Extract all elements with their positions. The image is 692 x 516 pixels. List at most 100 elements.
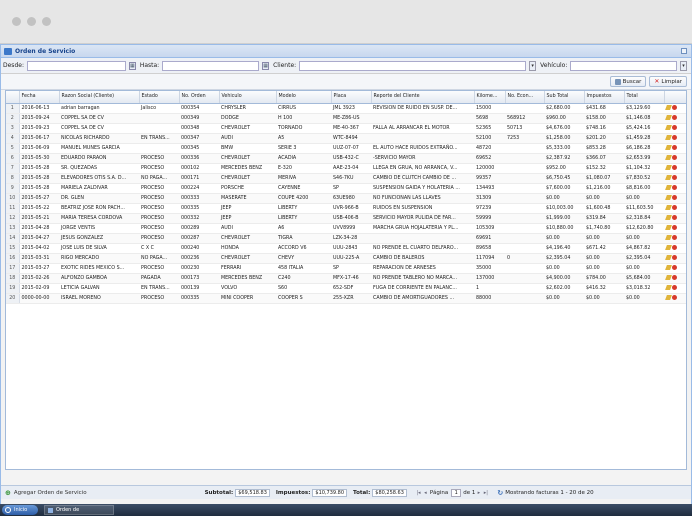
start-button[interactable]: Inicio xyxy=(2,505,38,515)
taskbar-item[interactable]: Orden de xyxy=(44,505,114,515)
delete-icon[interactable] xyxy=(672,175,677,180)
column-header[interactable]: Modelo xyxy=(276,91,332,104)
table-cell: WTC-8494 xyxy=(331,133,371,144)
edit-icon[interactable] xyxy=(665,175,672,180)
edit-icon[interactable] xyxy=(665,145,672,150)
add-order-link[interactable]: Agregar Orden de Servicio xyxy=(14,490,87,496)
clear-button[interactable]: ✕ Limpiar xyxy=(649,76,687,87)
edit-icon[interactable] xyxy=(665,285,672,290)
collapse-icon[interactable] xyxy=(681,48,687,54)
table-row[interactable]: 5 2015-06-09 MANUEL MUNES GARCIA 000345 BMW S… xyxy=(6,143,686,154)
table-row[interactable]: 15 2015-04-02 JOSE LUIS DE SILVA C X C 00024… xyxy=(6,243,686,254)
delete-icon[interactable] xyxy=(672,165,677,170)
edit-icon[interactable] xyxy=(665,255,672,260)
edit-icon[interactable] xyxy=(665,295,672,300)
edit-icon[interactable] xyxy=(665,235,672,240)
chevron-down-icon[interactable]: ▾ xyxy=(529,60,537,71)
window-close-dot[interactable] xyxy=(12,17,21,26)
table-row[interactable]: 16 2015-03-31 RIGO MERCADO NO PAGA... 000236… xyxy=(6,253,686,264)
table-row[interactable]: 19 2015-02-09 LETICIA GALVAN EN TRANS... 000… xyxy=(6,283,686,294)
search-button[interactable]: Buscar xyxy=(609,76,647,87)
table-row[interactable]: 12 2015-05-21 MARIA TERESA CORDOVA PROCESO 0… xyxy=(6,213,686,224)
chevron-down-icon[interactable]: ▾ xyxy=(680,60,687,71)
page-input[interactable]: 1 xyxy=(451,488,462,497)
last-page-icon[interactable]: ▸| xyxy=(482,489,489,497)
desde-input[interactable] xyxy=(26,60,126,71)
cliente-input[interactable] xyxy=(299,60,527,71)
prev-page-icon[interactable]: ◂ xyxy=(422,489,429,497)
edit-icon[interactable] xyxy=(665,155,672,160)
table-row[interactable]: 4 2015-06-17 NICOLAS RICHARDO EN TRANS... 00… xyxy=(6,133,686,144)
delete-icon[interactable] xyxy=(672,285,677,290)
window-maximize-dot[interactable] xyxy=(42,17,51,26)
table-row[interactable]: 8 2015-05-28 ELEVADORES OTIS S.A. D... NO P… xyxy=(6,173,686,184)
delete-icon[interactable] xyxy=(672,215,677,220)
table-row[interactable]: 1 2016-06-13 adrian barragan Jalisco 000354 C… xyxy=(6,103,686,114)
edit-icon[interactable] xyxy=(665,185,672,190)
calendar-icon[interactable]: ▦ xyxy=(128,61,136,70)
table-cell: $0.00 xyxy=(624,293,664,304)
edit-icon[interactable] xyxy=(665,195,672,200)
delete-icon[interactable] xyxy=(672,125,677,130)
column-header[interactable]: Kilome... xyxy=(474,91,506,104)
delete-icon[interactable] xyxy=(672,185,677,190)
delete-icon[interactable] xyxy=(672,105,677,110)
window-minimize-dot[interactable] xyxy=(27,17,36,26)
next-page-icon[interactable]: ▸ xyxy=(475,489,482,497)
delete-icon[interactable] xyxy=(672,235,677,240)
table-row[interactable]: 3 2015-09-23 COPPEL SA DE CV 000348 CHEVROLE… xyxy=(6,123,686,134)
edit-icon[interactable] xyxy=(665,125,672,130)
delete-icon[interactable] xyxy=(672,255,677,260)
column-header[interactable]: Impuestos xyxy=(584,91,625,104)
delete-icon[interactable] xyxy=(672,205,677,210)
delete-icon[interactable] xyxy=(672,265,677,270)
table-row[interactable]: 14 2015-04-27 JESUS GONZALEZ PROCESO 000287 C… xyxy=(6,233,686,244)
edit-icon[interactable] xyxy=(665,135,672,140)
edit-icon[interactable] xyxy=(665,165,672,170)
table-row[interactable]: 7 2015-05-28 SR. QUEZADAS PROCESO 000102 MERC… xyxy=(6,163,686,174)
column-header[interactable]: Razon Social (Cliente) xyxy=(59,91,140,104)
delete-icon[interactable] xyxy=(672,225,677,230)
hasta-input[interactable] xyxy=(162,60,260,71)
column-header[interactable]: Sub Total xyxy=(544,91,585,104)
column-header[interactable]: No. Econ... xyxy=(505,91,545,104)
column-header[interactable]: Reporte del Cliente xyxy=(371,91,475,104)
column-header[interactable]: Placa xyxy=(331,91,372,104)
edit-icon[interactable] xyxy=(665,225,672,230)
delete-icon[interactable] xyxy=(672,135,677,140)
column-header[interactable]: Estado xyxy=(139,91,180,104)
table-row[interactable]: 17 2015-03-27 EXOTIC RIDES MEXICO S... PROC… xyxy=(6,263,686,274)
table-row[interactable]: 6 2015-05-30 EDUARDO PARAON PROCESO 000336 CH… xyxy=(6,153,686,164)
delete-icon[interactable] xyxy=(672,275,677,280)
edit-icon[interactable] xyxy=(665,265,672,270)
table-row[interactable]: 11 2015-05-22 BEATRIZ JOSE RON PACH... PROC… xyxy=(6,203,686,214)
edit-icon[interactable] xyxy=(665,215,672,220)
delete-icon[interactable] xyxy=(672,145,677,150)
first-page-icon[interactable]: |◂ xyxy=(415,489,422,497)
table-row[interactable]: 13 2015-04-28 JORGE VENTIS PROCESO 000289 AUD… xyxy=(6,223,686,234)
column-header[interactable]: Fecha xyxy=(19,91,60,104)
delete-icon[interactable] xyxy=(672,295,677,300)
column-header[interactable]: Total xyxy=(624,91,665,104)
column-header[interactable]: No. Orden xyxy=(179,91,220,104)
edit-icon[interactable] xyxy=(665,245,672,250)
table-row[interactable]: 9 2015-05-28 MARIELA ZALDIVAR PROCESO 000224… xyxy=(6,183,686,194)
delete-icon[interactable] xyxy=(672,115,677,120)
edit-icon[interactable] xyxy=(665,205,672,210)
add-icon[interactable]: ⊕ xyxy=(5,489,11,497)
column-header[interactable]: Vehiculo xyxy=(219,91,277,104)
edit-icon[interactable] xyxy=(665,115,672,120)
table-row[interactable]: 10 2015-05-27 DR. GLEN PROCESO 000333 MASERAT… xyxy=(6,193,686,204)
edit-icon[interactable] xyxy=(665,105,672,110)
delete-icon[interactable] xyxy=(672,245,677,250)
table-row[interactable]: 20 0000-00-00 ISRAEL MORENO PROCESO 000335 MI… xyxy=(6,293,686,304)
calendar-icon[interactable]: ▦ xyxy=(262,61,270,70)
edit-icon[interactable] xyxy=(665,275,672,280)
table-row[interactable]: 18 2015-02-26 ALFONZO GAMBOA PAGADA 000173 ME… xyxy=(6,273,686,284)
vehiculo-input[interactable] xyxy=(570,60,678,71)
table-row[interactable]: 2 2015-09-24 COPPEL SA DE CV 000349 DODGE H 1… xyxy=(6,113,686,124)
delete-icon[interactable] xyxy=(672,195,677,200)
refresh-icon[interactable]: ↻ xyxy=(497,489,503,497)
table-cell: $1,459.28 xyxy=(624,133,664,144)
delete-icon[interactable] xyxy=(672,155,677,160)
